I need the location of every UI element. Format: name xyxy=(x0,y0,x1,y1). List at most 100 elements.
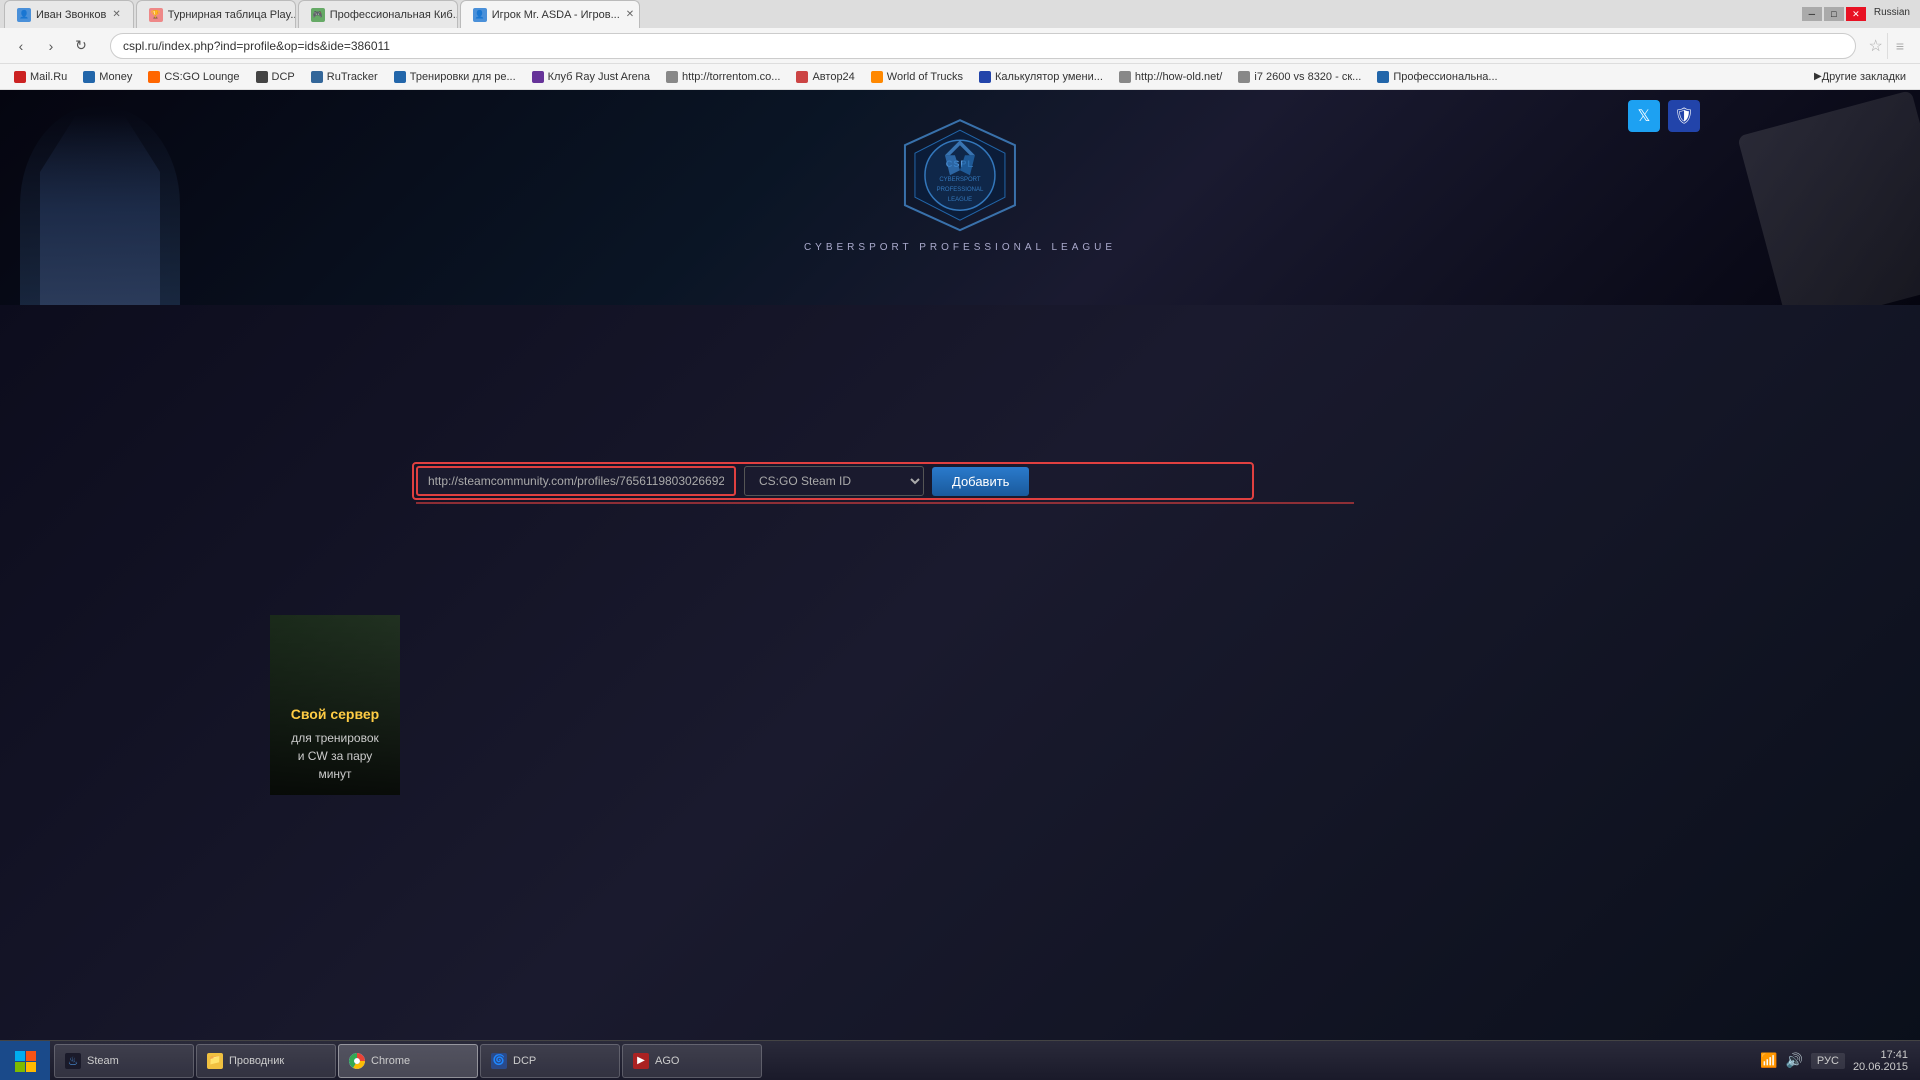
bookmark-label-prof: Профессиональна... xyxy=(1393,71,1497,83)
bookmark-favicon-mailru xyxy=(14,71,26,83)
site-tagline: CYBERSPORT PROFESSIONAL LEAGUE xyxy=(804,242,1116,253)
id-input[interactable] xyxy=(416,466,736,496)
browser-action-menu[interactable]: ≡ xyxy=(1887,33,1912,59)
network-icon: 📶 xyxy=(1760,1052,1777,1069)
bookmark-label-ray: Клуб Ray Just Arena xyxy=(548,71,650,83)
bookmark-torrent[interactable]: http://torrentom.co... xyxy=(660,69,786,85)
start-button[interactable] xyxy=(0,1041,50,1080)
svg-text:PROFESSIONAL: PROFESSIONAL xyxy=(937,187,984,193)
tab-favicon-1: 👤 xyxy=(17,8,31,22)
bookmark-favicon-train xyxy=(394,71,406,83)
tab-close-1[interactable]: ✕ xyxy=(112,9,120,20)
address-bar[interactable] xyxy=(110,33,1856,59)
tab-label-4: Игрок Mr. ASDA - Игров... xyxy=(492,9,620,21)
tab-2[interactable]: 🏆 Турнирная таблица Play... ✕ xyxy=(136,0,296,28)
taskbar-item-explorer[interactable]: 📁 Проводник xyxy=(196,1044,336,1078)
taskbar-time: 17:41 xyxy=(1853,1049,1908,1061)
bookmark-howold[interactable]: http://how-old.net/ xyxy=(1113,69,1228,85)
lang-indicator: Russian xyxy=(1868,7,1916,21)
banner-text: Свой сервер для тренировок и CW за пару … xyxy=(282,704,388,783)
taskbar-item-steam[interactable]: ♨ Steam xyxy=(54,1044,194,1078)
bookmark-favicon-howold xyxy=(1119,71,1131,83)
maximize-button[interactable]: □ xyxy=(1824,7,1844,21)
tab-bar: 👤 Иван Звонков ✕ 🏆 Турнирная таблица Pla… xyxy=(4,0,1802,28)
taskbar-item-ago[interactable]: ▶ AGO xyxy=(622,1044,762,1078)
bookmark-i7[interactable]: i7 2600 vs 8320 - ск... xyxy=(1232,69,1367,85)
bookmark-ray[interactable]: Клуб Ray Just Arena xyxy=(526,69,656,85)
taskbar-chrome-label: Chrome xyxy=(371,1055,410,1067)
bookmark-favicon-torrent xyxy=(666,71,678,83)
back-button[interactable]: ‹ xyxy=(8,33,34,59)
bookmark-wot[interactable]: World of Trucks xyxy=(865,69,969,85)
taskbar-tray: 📶 🔊 РУС 17:41 20.06.2015 xyxy=(1748,1049,1920,1073)
svg-text:LEAGUE: LEAGUE xyxy=(948,197,972,203)
close-button[interactable]: ✕ xyxy=(1846,7,1866,21)
window-controls: ─ □ ✕ Russian xyxy=(1802,7,1916,21)
bookmark-favicon-money xyxy=(83,71,95,83)
bookmark-other[interactable]: ▶ Другие закладки xyxy=(1808,69,1912,85)
bookmark-csgo-lounge[interactable]: CS:GO Lounge xyxy=(142,69,245,85)
add-id-button[interactable]: Добавить xyxy=(932,467,1029,496)
chrome-icon xyxy=(349,1053,365,1069)
bookmark-label-dcp: DCP xyxy=(272,71,295,83)
taskbar-dcp-label: DCP xyxy=(513,1055,536,1067)
bookmark-rutracker[interactable]: RuTracker xyxy=(305,69,384,85)
forward-button[interactable]: › xyxy=(38,33,64,59)
tab-label-2: Турнирная таблица Play... xyxy=(168,9,296,21)
dcp-icon: 🌀 xyxy=(491,1053,507,1069)
bookmark-calc[interactable]: Калькулятор умени... xyxy=(973,69,1109,85)
tab-label-1: Иван Звонков xyxy=(36,9,106,21)
tab-favicon-2: 🏆 xyxy=(149,8,163,22)
nav-buttons: ‹ › ↻ xyxy=(8,33,94,59)
shield-icon: 🛡 xyxy=(1668,100,1700,132)
reload-button[interactable]: ↻ xyxy=(68,33,94,59)
browser-window: 👤 Иван Звонков ✕ 🏆 Турнирная таблица Pla… xyxy=(0,0,1920,90)
bookmark-label-other: Другие закладки xyxy=(1822,71,1906,83)
bookmark-label-torrent: http://torrentom.co... xyxy=(682,71,780,83)
bookmark-mailru[interactable]: Mail.Ru xyxy=(8,69,73,85)
tab-close-4[interactable]: ✕ xyxy=(626,9,634,20)
bookmark-label-train: Тренировки для ре... xyxy=(410,71,516,83)
volume-icon: 🔊 xyxy=(1785,1052,1802,1069)
bookmark-dcp[interactable]: DCP xyxy=(250,69,301,85)
tab-3[interactable]: 🎮 Профессиональная Киб... ✕ xyxy=(298,0,458,28)
bookmark-favicon-ray xyxy=(532,71,544,83)
bookmark-money[interactable]: Money xyxy=(77,69,138,85)
tab-favicon-3: 🎮 xyxy=(311,8,325,22)
folder-icon: 📁 xyxy=(207,1053,223,1069)
taskbar-lang[interactable]: РУС xyxy=(1811,1053,1845,1069)
ago-icon: ▶ xyxy=(633,1053,649,1069)
browser-action-star[interactable]: ☆ xyxy=(1868,36,1882,56)
tab-favicon-4: 👤 xyxy=(473,8,487,22)
taskbar-explorer-label: Проводник xyxy=(229,1055,284,1067)
banner-line2: для тренировок xyxy=(282,729,388,747)
id-type-select[interactable]: CS:GO Steam IDDOTA2 IDSteam ID xyxy=(744,466,924,496)
cspl-logo: CSPL CYBERSPORT PROFESSIONAL LEAGUE xyxy=(900,115,1020,235)
taskbar-datetime: 17:41 20.06.2015 xyxy=(1853,1049,1908,1073)
tab-4[interactable]: 👤 Игрок Mr. ASDA - Игров... ✕ xyxy=(460,0,640,28)
minimize-button[interactable]: ─ xyxy=(1802,7,1822,21)
bookmarks-bar: Mail.Ru Money CS:GO Lounge DCP RuTracker… xyxy=(0,64,1920,90)
bookmark-label-avtor: Автор24 xyxy=(812,71,854,83)
taskbar-item-dcp[interactable]: 🌀 DCP xyxy=(480,1044,620,1078)
twitter-icon[interactable]: 𝕏 xyxy=(1628,100,1660,132)
bookmark-avtor[interactable]: Автор24 xyxy=(790,69,860,85)
banner-line1: Свой сервер xyxy=(282,704,388,725)
bookmark-favicon-i7 xyxy=(1238,71,1250,83)
tab-1[interactable]: 👤 Иван Звонков ✕ xyxy=(4,0,134,28)
bookmark-prof[interactable]: Профессиональна... xyxy=(1371,69,1503,85)
taskbar-item-chrome[interactable]: Chrome xyxy=(338,1044,478,1078)
taskbar-steam-label: Steam xyxy=(87,1055,119,1067)
bookmark-label-i7: i7 2600 vs 8320 - ск... xyxy=(1254,71,1361,83)
tab-label-3: Профессиональная Киб... xyxy=(330,9,458,21)
toolbar: ‹ › ↻ ☆ ≡ xyxy=(0,28,1920,64)
site-logo-area: CSPL CYBERSPORT PROFESSIONAL LEAGUE CYBE… xyxy=(804,115,1116,253)
bookmark-train[interactable]: Тренировки для ре... xyxy=(388,69,522,85)
steam-icon: ♨ xyxy=(65,1053,81,1069)
taskbar-date: 20.06.2015 xyxy=(1853,1061,1908,1073)
bookmark-label-wot: World of Trucks xyxy=(887,71,963,83)
site-header: CSPL CYBERSPORT PROFESSIONAL LEAGUE CYBE… xyxy=(0,90,1920,305)
bookmark-favicon-avtor xyxy=(796,71,808,83)
sidebar-banner: Свой сервер для тренировок и CW за пару … xyxy=(270,615,400,795)
bookmark-favicon-csgo xyxy=(148,71,160,83)
